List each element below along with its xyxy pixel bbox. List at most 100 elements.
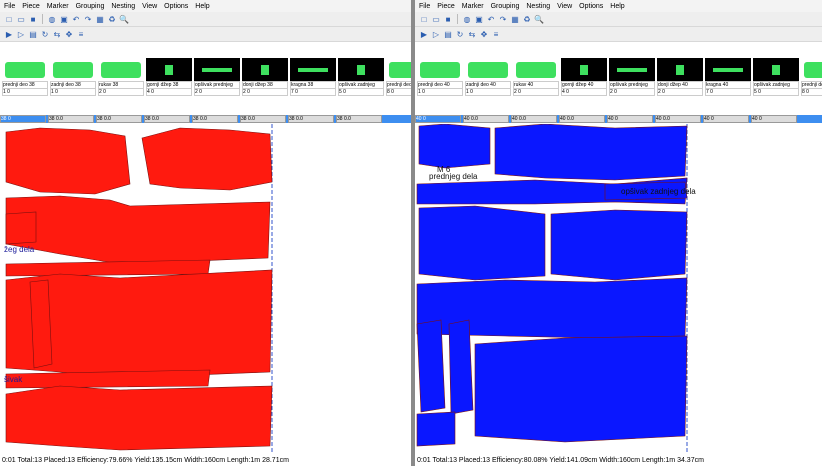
menu-help[interactable]: Help [610,3,624,10]
status-cell[interactable]: 40 0.0 [463,115,509,123]
status-cell[interactable]: 38 0.0 [336,115,382,123]
rotate-icon[interactable]: ↻ [455,29,465,39]
nest-icon[interactable]: ▤ [28,29,38,39]
menu-marker[interactable]: Marker [462,3,484,10]
pattern-piece[interactable] [448,319,474,415]
grid-icon[interactable]: ▦ [95,14,105,24]
menu-options[interactable]: Options [579,3,603,10]
menu-file[interactable]: File [419,3,430,10]
zoom-icon[interactable]: 🔍 [119,14,129,24]
menu-piece[interactable]: Piece [437,3,455,10]
pattern-piece[interactable] [29,279,53,369]
menu-view[interactable]: View [557,3,572,10]
pattern-piece[interactable] [5,259,211,277]
flip-icon[interactable]: ⇆ [467,29,477,39]
open-icon[interactable]: ▭ [431,14,441,24]
undo-icon[interactable]: ↶ [486,14,496,24]
step-icon[interactable]: ▷ [16,29,26,39]
status-cell[interactable]: 40 0 [415,115,461,123]
status-cell[interactable]: 38 0.0 [96,115,142,123]
piece-thumbnail[interactable]: kragna 40 7 0 [705,58,751,96]
rotate-icon[interactable]: ↻ [40,29,50,39]
piece-thumbnail[interactable]: donji džep 38 2 0 [242,58,288,96]
menu-view[interactable]: View [142,3,157,10]
status-cell[interactable]: 40 0.0 [559,115,605,123]
redo-icon[interactable]: ↷ [498,14,508,24]
new-icon[interactable]: □ [4,14,14,24]
refresh-icon[interactable]: ♻ [522,14,532,24]
piece-thumbnail[interactable]: opšivak prednjeg 2 0 [194,58,240,96]
status-cell[interactable]: 40 0 [751,115,797,123]
marker-svg[interactable]: žeg dela šivak [0,124,411,454]
menu-piece[interactable]: Piece [22,3,40,10]
piece-thumbnail[interactable]: rukav 40 2 0 [513,58,559,96]
pattern-piece[interactable] [474,335,688,443]
undo-icon[interactable]: ↶ [71,14,81,24]
step-icon[interactable]: ▷ [431,29,441,39]
select-icon[interactable]: ▣ [474,14,484,24]
pattern-piece[interactable] [418,205,546,281]
pattern-piece[interactable] [5,369,211,389]
status-cell[interactable]: 38 0.0 [144,115,190,123]
piece-thumbnail[interactable]: opšivak prednjeg 2 0 [609,58,655,96]
pattern-piece[interactable] [550,209,688,281]
menu-nesting[interactable]: Nesting [526,3,550,10]
piece-thumbnail[interactable]: gornji džep 40 4 0 [561,58,607,96]
align-icon[interactable]: ≡ [76,29,86,39]
pattern-piece[interactable] [141,127,273,191]
piece-thumbnail[interactable]: rukav 38 2 0 [98,58,144,96]
piece-thumbnail[interactable]: prednji deo 388 0 [386,58,411,96]
menu-options[interactable]: Options [164,3,188,10]
status-cell[interactable]: 38 0.0 [288,115,334,123]
piece-thumbnail[interactable]: opšivak zadnjeg 5 0 [753,58,799,96]
pattern-piece[interactable] [5,127,131,195]
status-cell[interactable]: 40 0 [607,115,653,123]
nest-icon[interactable]: ▤ [443,29,453,39]
menu-grouping[interactable]: Grouping [76,3,105,10]
piece-thumbnail[interactable]: zadnji deo 40 1 0 [465,58,511,96]
move-icon[interactable]: ✥ [479,29,489,39]
open-icon[interactable]: ▭ [16,14,26,24]
grid-icon[interactable]: ▦ [510,14,520,24]
pattern-piece[interactable] [494,124,688,181]
redo-icon[interactable]: ↷ [83,14,93,24]
globe-icon[interactable]: ◍ [47,14,57,24]
status-cell[interactable]: 40 0 [703,115,749,123]
status-cell[interactable]: 38 0.0 [192,115,238,123]
pattern-piece[interactable] [5,385,273,451]
piece-thumbnail[interactable]: donji džep 40 2 0 [657,58,703,96]
move-icon[interactable]: ✥ [64,29,74,39]
marker-svg[interactable]: M 6 prednjeg dela opšivak zadnjeg dela [415,124,822,454]
piece-thumbnail[interactable]: prednji deo 40 1 0 [417,58,463,96]
save-icon[interactable]: ■ [443,14,453,24]
pattern-piece[interactable] [5,211,37,245]
status-cell[interactable]: 38 0.0 [240,115,286,123]
status-cell[interactable]: 40 0.0 [511,115,557,123]
play-icon[interactable]: ▶ [4,29,14,39]
zoom-icon[interactable]: 🔍 [534,14,544,24]
pattern-piece[interactable] [418,124,491,169]
menu-nesting[interactable]: Nesting [111,3,135,10]
piece-thumbnail[interactable]: kragna 38 7 0 [290,58,336,96]
play-icon[interactable]: ▶ [419,29,429,39]
pattern-piece[interactable] [5,195,271,265]
status-cell[interactable]: 40 0.0 [655,115,701,123]
piece-thumbnail[interactable]: prednji deo 408 0 [801,58,822,96]
align-icon[interactable]: ≡ [491,29,501,39]
menu-grouping[interactable]: Grouping [491,3,520,10]
globe-icon[interactable]: ◍ [462,14,472,24]
refresh-icon[interactable]: ♻ [107,14,117,24]
menu-marker[interactable]: Marker [47,3,69,10]
status-cell[interactable]: 38 0.0 [48,115,94,123]
marker-canvas[interactable]: M 6 prednjeg dela opšivak zadnjeg dela [415,124,822,454]
menu-file[interactable]: File [4,3,15,10]
select-icon[interactable]: ▣ [59,14,69,24]
piece-thumbnail[interactable]: gornji džep 38 4 0 [146,58,192,96]
menu-help[interactable]: Help [195,3,209,10]
piece-thumbnail[interactable]: prednji deo 38 1 0 [2,58,48,96]
new-icon[interactable]: □ [419,14,429,24]
status-cell[interactable]: 38 0 [0,115,46,123]
pattern-piece[interactable] [416,411,456,447]
save-icon[interactable]: ■ [28,14,38,24]
piece-thumbnail[interactable]: zadnji deo 38 1 0 [50,58,96,96]
